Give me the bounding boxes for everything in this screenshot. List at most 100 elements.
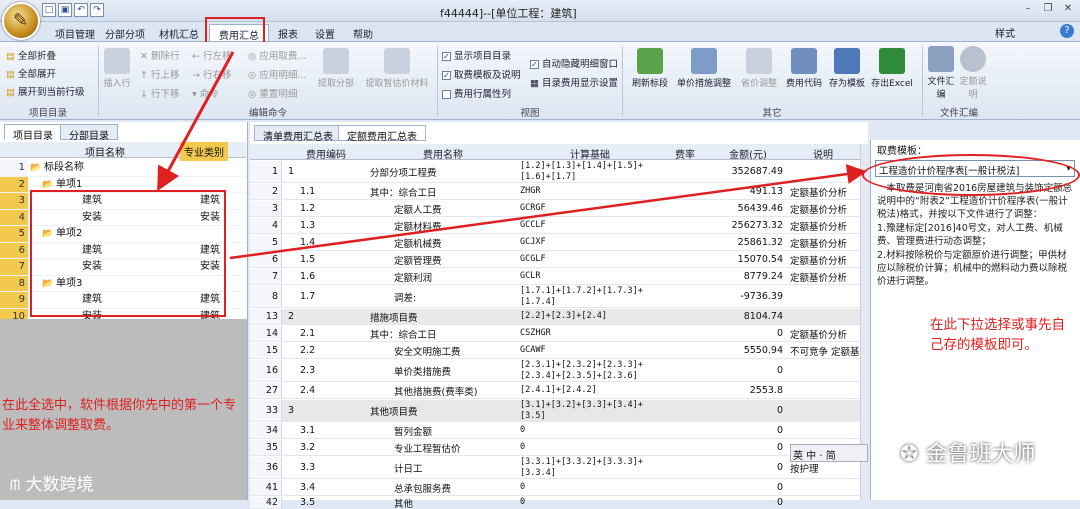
save-icon[interactable]: ▣ [58,3,72,17]
cell-amount: 0 [776,328,783,339]
menu-tab-help[interactable]: 帮助 [344,24,382,41]
annotation-right: 在此下拉选择或事先自己存的模板即可。 [930,317,1065,353]
cell-rate [662,326,708,341]
reset-detail-button[interactable]: ◎ 重置明细 [248,86,297,100]
tree-row[interactable]: 1 📂 标段名称 [0,160,246,177]
quota-note-button[interactable]: 定额说明 [958,46,988,100]
cell-base: 0 [520,442,526,452]
apply-detail-button[interactable]: ◎ 应用明细... [248,67,306,81]
table-row[interactable]: 27 2.4 其他措施费(费率类) [2.4.1]+[2.4.2] 2553.8 [250,383,860,399]
table-row[interactable]: 8 1.7 调差: [1.7.1]+[1.7.2]+[1.7.3]+[1.7.4] -9… [250,286,860,308]
apply-fee-button[interactable]: ◎ 应用取费... [248,48,306,62]
row-number: 4 [0,209,28,225]
row-number: 1 [0,160,28,176]
row-index: 4 [250,218,282,233]
table-row[interactable]: 13 2 措施项目费 [2.2]+[2.3]+[2.4] 8104.74 [250,309,860,325]
table-row[interactable]: 35 3.2 专业工程暂估价 0 0 [250,440,860,456]
fee-attr-column-checkbox[interactable]: 费用行属性列 [442,86,511,100]
auto-hide-detail-checkbox[interactable]: ✓ 自动隐藏明细窗口 [530,56,618,70]
cell-note: 定额基价分析 [790,329,848,341]
undo-icon[interactable]: ↶ [74,3,88,17]
table-row[interactable]: 4 1.3 定额材料费 GCCLF 256273.32 定额基价分析 [250,218,860,234]
row-index: 7 [250,269,282,284]
cell-amount: 56439.46 [737,203,783,214]
move-left-button[interactable]: ← 行左移 [192,48,232,62]
redo-icon[interactable]: ↷ [90,3,104,17]
table-row[interactable]: 15 2.2 安全文明施工费 GCAWF 5550.94 不可竞争 定额基 [250,343,860,359]
menu-tab-materials[interactable]: 材机汇总 [150,24,208,41]
row-number: 3 [0,193,28,209]
fee-code-button[interactable]: 费用代码 [784,48,824,89]
move-up-button[interactable]: ↑ 行上移 [140,67,180,81]
style-menu[interactable]: 样式 [995,25,1015,40]
app-orb-button[interactable]: ✎ [2,2,40,40]
menu-tab-settings[interactable]: 设置 [306,24,344,41]
header-note: 说明 [813,150,833,161]
new-file-icon[interactable]: □ [42,3,56,17]
tab-quota-fee-summary[interactable]: 定额费用汇总表 [338,125,426,143]
cell-note: 定额基价分析 [790,187,848,199]
move-right-button[interactable]: → 行右移 [192,67,232,81]
close-icon[interactable]: ✕ [1060,3,1076,17]
table-row[interactable]: 14 2.1 其中：综合工日 CSZHGR 0 定额基价分析 [250,326,860,342]
ribbon: ▤ 全部折叠 ▤ 全部展开 ▤ 展开到当前行级 项目目录 插入行 ✕ 删除行 ↑… [0,42,1080,120]
cell-amount: 256273.32 [731,220,783,231]
tab-project-catalog[interactable]: 项目目录 [4,124,62,142]
table-row[interactable]: 36 3.3 计日工 [3.3.1]+[3.3.2]+[3.3.3]+[3.3.4] 0… [250,457,860,479]
expand-all-button[interactable]: ▤ 全部展开 [6,66,56,80]
cell-amount: 5550.94 [743,345,783,356]
province-price-adjust-button[interactable]: 省价调整 [736,48,782,89]
restore-icon[interactable]: ❐ [1040,3,1056,17]
cell-code: 1.4 [300,237,316,248]
fee-template-checkbox[interactable]: ✓ 取费模板及说明 [442,67,521,81]
table-row[interactable]: 1 1 分部分项工程费 [1.2]+[1.3]+[1.4]+[1.5]+[1.6]+[… [250,161,860,183]
show-catalog-checkbox[interactable]: ✓ 显示项目目录 [442,48,511,62]
table-row[interactable]: 5 1.4 定额机械费 GCJXF 25861.32 定额基价分析 [250,235,860,251]
table-row[interactable]: 42 3.5 其他 0 0 [250,497,860,509]
unit-measure-adjust-button[interactable]: 单价措施调整 [674,48,734,89]
table-row[interactable]: 7 1.6 定额利润 GCLR 8779.24 定额基价分析 [250,269,860,285]
table-row[interactable]: 2 1.1 其中：综合工日 ZHGR 491.13 定额基价分析 [250,184,860,200]
command-button[interactable]: ▾ 命令 [192,86,219,100]
file-compile-button[interactable]: 文件汇编 [926,46,956,100]
table-row[interactable]: 16 2.3 单价类措施费 [2.3.1]+[2.3.2]+[2.3.3]+[2.3.… [250,360,860,382]
menu-bar: 项目管理 分部分项 材机汇总 费用汇总 报表 设置 帮助 样式 ? [0,22,1080,42]
help-icon[interactable]: ? [1060,24,1074,38]
cell-name: 安全文明施工费 [394,346,461,358]
cell-rate [662,161,708,182]
extract-section-button[interactable]: 提取分部 [316,48,356,89]
tab-section-catalog[interactable]: 分部目录 [60,124,118,142]
cell-note [790,286,860,307]
expand-to-level-button[interactable]: ▤ 展开到当前行级 [6,84,85,98]
table-row[interactable]: 33 3 其他项目费 [3.1]+[3.2]+[3.3]+[3.4]+[3.5] 0 [250,400,860,422]
header-amount: 金额(元) [729,150,767,161]
menu-tab-reports[interactable]: 报表 [269,24,307,41]
cell-name: 计日工 [394,463,423,475]
table-row[interactable]: 41 3.4 总承包服务费 0 0 [250,480,860,496]
table-row[interactable]: 6 1.5 定额管理费 GCGLF 15070.54 定额基价分析 [250,252,860,268]
refresh-section-button[interactable]: 刷新标段 [628,48,672,89]
menu-tab-items[interactable]: 分部分项 [96,24,154,41]
cell-name: 暂列金额 [394,426,433,438]
cell-amount: 8104.74 [743,311,783,322]
insert-row-button[interactable]: 插入行 [100,48,134,89]
cell-note [790,161,860,182]
collapse-all-button[interactable]: ▤ 全部折叠 [6,48,56,62]
table-row[interactable]: 3 1.2 定额人工费 GCRGF 56439.46 定额基价分析 [250,201,860,217]
ime-toolbar[interactable]: 英 中 · 简 [790,444,868,462]
extract-temp-material-button[interactable]: 提取暂估价材料 [358,48,436,89]
export-excel-button[interactable]: 存出Excel [870,48,914,89]
delete-row-button[interactable]: ✕ 删除行 [140,48,180,62]
cell-code: 1.3 [300,220,316,231]
cell-amount: 2553.8 [749,385,783,396]
catalog-fee-display-button[interactable]: ▦ 目录费用显示设置 [530,75,618,89]
tab-list-fee-summary[interactable]: 清单费用汇总表 [254,125,342,143]
template-label: 取费模板： [877,146,927,157]
save-as-template-button[interactable]: 存为模板 [826,48,868,89]
select-highlight-ellipse [862,154,1080,196]
table-row[interactable]: 34 3.1 暂列金额 0 0 [250,423,860,439]
cell-base: 0 [520,497,526,507]
row-index: 8 [250,286,282,307]
minimize-icon[interactable]: – [1020,3,1036,17]
move-down-button[interactable]: ↓ 行下移 [140,86,180,100]
